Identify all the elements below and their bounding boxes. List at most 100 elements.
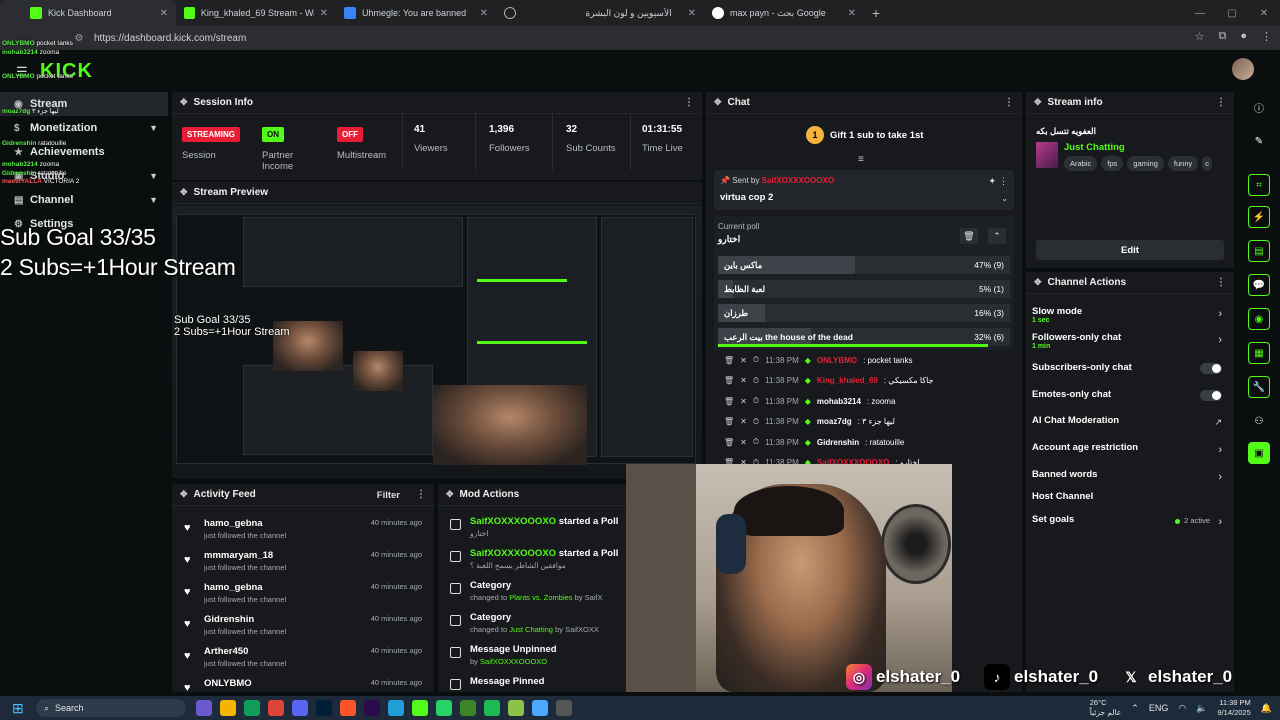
timeout-icon[interactable]: ⏱ — [753, 355, 759, 365]
subscribers-only-toggle[interactable] — [1200, 363, 1222, 374]
ban-user-icon[interactable]: ✕ — [740, 417, 747, 426]
edit-button[interactable]: Edit — [1036, 240, 1224, 260]
delete-message-icon[interactable]: 🗑 — [724, 417, 734, 426]
move-icon[interactable]: ✥ — [180, 187, 188, 198]
layout-icon[interactable]: ▦ — [1248, 342, 1270, 364]
filter-button[interactable]: Filter — [377, 490, 400, 501]
new-tab-button[interactable]: + — [864, 5, 888, 21]
notes-icon[interactable]: ▤ — [1248, 240, 1270, 262]
activity-user[interactable]: ONLYBMO — [204, 678, 252, 689]
bookmark-star-icon[interactable]: ☆ — [1195, 30, 1205, 43]
unpin-icon[interactable]: ✦ — [988, 176, 996, 187]
timeout-icon[interactable]: ⏱ — [753, 417, 759, 427]
close-icon[interactable]: ✕ — [848, 8, 856, 19]
minecraft-icon[interactable] — [460, 700, 476, 716]
delete-message-icon[interactable]: 🗑 — [724, 356, 734, 365]
host-channel-row[interactable]: Host Channel — [1032, 491, 1228, 513]
info-icon[interactable]: ⓘ — [1248, 96, 1270, 118]
stream-preview-video[interactable]: Sub Goal 33/35 2 Subs=+1Hour Stream — [172, 206, 702, 476]
more-icon[interactable]: ⋮ — [1004, 97, 1014, 108]
bolt-icon[interactable]: ⚡ — [1248, 206, 1270, 228]
poll-option[interactable]: طرزان 16% (3) — [718, 304, 1010, 322]
mod-category[interactable]: Plants vs. Zombies — [509, 593, 572, 602]
chat-user[interactable]: mohab3214 — [817, 397, 861, 406]
stat-partner-income[interactable]: ON Partner Income — [262, 124, 322, 174]
browser-icon[interactable] — [532, 700, 548, 716]
telegram-icon[interactable] — [388, 700, 404, 716]
notification-bell-icon[interactable]: 🔔 — [1261, 703, 1272, 714]
delete-poll-icon[interactable]: 🗑 — [960, 228, 978, 244]
user-avatar[interactable] — [1232, 58, 1254, 80]
move-icon[interactable]: ✥ — [180, 97, 188, 108]
tab-blank[interactable] — [496, 0, 544, 26]
more-icon[interactable]: ⋮ — [416, 489, 426, 500]
chevron-down-icon[interactable]: ⌄ — [1001, 194, 1008, 203]
minimize-icon[interactable]: — — [1184, 8, 1216, 19]
delete-message-icon[interactable]: 🗑 — [724, 438, 734, 447]
chat-user[interactable]: moaz7dg — [817, 417, 852, 426]
delete-message-icon[interactable]: 🗑 — [724, 376, 734, 385]
ai-moderation-row[interactable]: AI Chat Moderation ↗ — [1032, 415, 1228, 437]
scan-icon[interactable]: ⌗ — [1248, 174, 1270, 196]
activity-user[interactable]: Gidrenshin — [204, 614, 254, 625]
collapse-icon[interactable]: ≡ — [858, 154, 864, 165]
chat-user[interactable]: Gidrenshin — [817, 438, 859, 447]
chevron-up-icon[interactable]: ⌃ — [988, 228, 1006, 244]
move-icon[interactable]: ✥ — [446, 489, 454, 500]
followers-only-row[interactable]: Followers-only chat 1 min › — [1032, 332, 1228, 354]
more-icon[interactable]: ⋮ — [999, 176, 1008, 187]
maximize-icon[interactable]: ▢ — [1216, 8, 1248, 19]
close-icon[interactable]: ✕ — [320, 8, 328, 19]
export-icon[interactable]: ▣ — [1248, 442, 1270, 464]
brave-icon[interactable] — [340, 700, 356, 716]
users-icon[interactable]: ⚇ — [1248, 410, 1270, 432]
banned-words-row[interactable]: Banned words › — [1032, 469, 1228, 491]
set-goals-row[interactable]: Set goals 2 active › — [1032, 514, 1228, 536]
whatsapp-icon[interactable] — [436, 700, 452, 716]
activity-user[interactable]: Arther450 — [204, 646, 248, 657]
mod-user[interactable]: SaifXOXXXOOOXO — [480, 657, 547, 666]
teams-icon[interactable] — [196, 700, 212, 716]
tab-google[interactable]: max payn - بحث Google ✕ — [704, 0, 864, 26]
chat-bubble-icon[interactable]: 💬 — [1248, 274, 1270, 296]
ban-user-icon[interactable]: ✕ — [740, 356, 747, 365]
premiere-icon[interactable] — [364, 700, 380, 716]
close-icon[interactable]: ✕ — [480, 8, 488, 19]
chevron-up-icon[interactable]: ⌃ — [1131, 703, 1139, 714]
timeout-icon[interactable]: ⏱ — [753, 376, 759, 386]
extensions-icon[interactable]: ⧉ — [1218, 30, 1226, 43]
ban-user-icon[interactable]: ✕ — [740, 397, 747, 406]
close-icon[interactable]: ✕ — [688, 8, 696, 19]
wifi-icon[interactable]: ◠ — [1178, 703, 1186, 714]
android-icon[interactable] — [508, 700, 524, 716]
activity-user[interactable]: hamo_gebna — [204, 518, 263, 529]
pinned-user[interactable]: SaifXOXXXOOOXO — [762, 176, 834, 185]
chat-user[interactable]: ONLYBMO — [817, 356, 857, 365]
more-icon[interactable]: ⋮ — [1216, 277, 1226, 288]
close-icon[interactable]: ✕ — [160, 8, 168, 19]
chrome-icon[interactable] — [268, 700, 284, 716]
photoshop-icon[interactable] — [316, 700, 332, 716]
taskbar-search[interactable]: ⌕ Search — [36, 699, 186, 717]
tab-arabic-search[interactable]: الأسيويين و لون البشرة ✕ — [544, 0, 704, 26]
more-icon[interactable]: ⋮ — [1216, 97, 1226, 108]
sidebar-item-channel[interactable]: ▤ Channel ▼ — [0, 188, 168, 212]
delete-message-icon[interactable]: 🗑 — [724, 397, 734, 406]
account-age-row[interactable]: Account age restriction › — [1032, 442, 1228, 464]
move-icon[interactable]: ✥ — [714, 97, 722, 108]
timeout-icon[interactable]: ⏱ — [753, 437, 759, 447]
slow-mode-row[interactable]: Slow mode 1 sec › — [1032, 306, 1228, 328]
emotes-only-toggle[interactable] — [1200, 390, 1222, 401]
move-icon[interactable]: ✥ — [1034, 97, 1042, 108]
spotify-icon[interactable] — [484, 700, 500, 716]
close-window-icon[interactable]: ✕ — [1248, 8, 1280, 19]
tab-king-khaled[interactable]: King_khaled_69 Stream - Watc ✕ — [176, 0, 336, 26]
ban-user-icon[interactable]: ✕ — [740, 376, 747, 385]
windows-start-icon[interactable]: ⊞ — [12, 700, 24, 717]
chat-user[interactable]: King_khaled_69 — [817, 376, 878, 385]
more-icon[interactable]: ⋮ — [684, 97, 694, 108]
move-icon[interactable]: ✥ — [180, 489, 188, 500]
settings-app-icon[interactable] — [556, 700, 572, 716]
mod-user[interactable]: SaifXOXXXOOOXO — [470, 516, 556, 527]
move-icon[interactable]: ✥ — [1034, 277, 1042, 288]
